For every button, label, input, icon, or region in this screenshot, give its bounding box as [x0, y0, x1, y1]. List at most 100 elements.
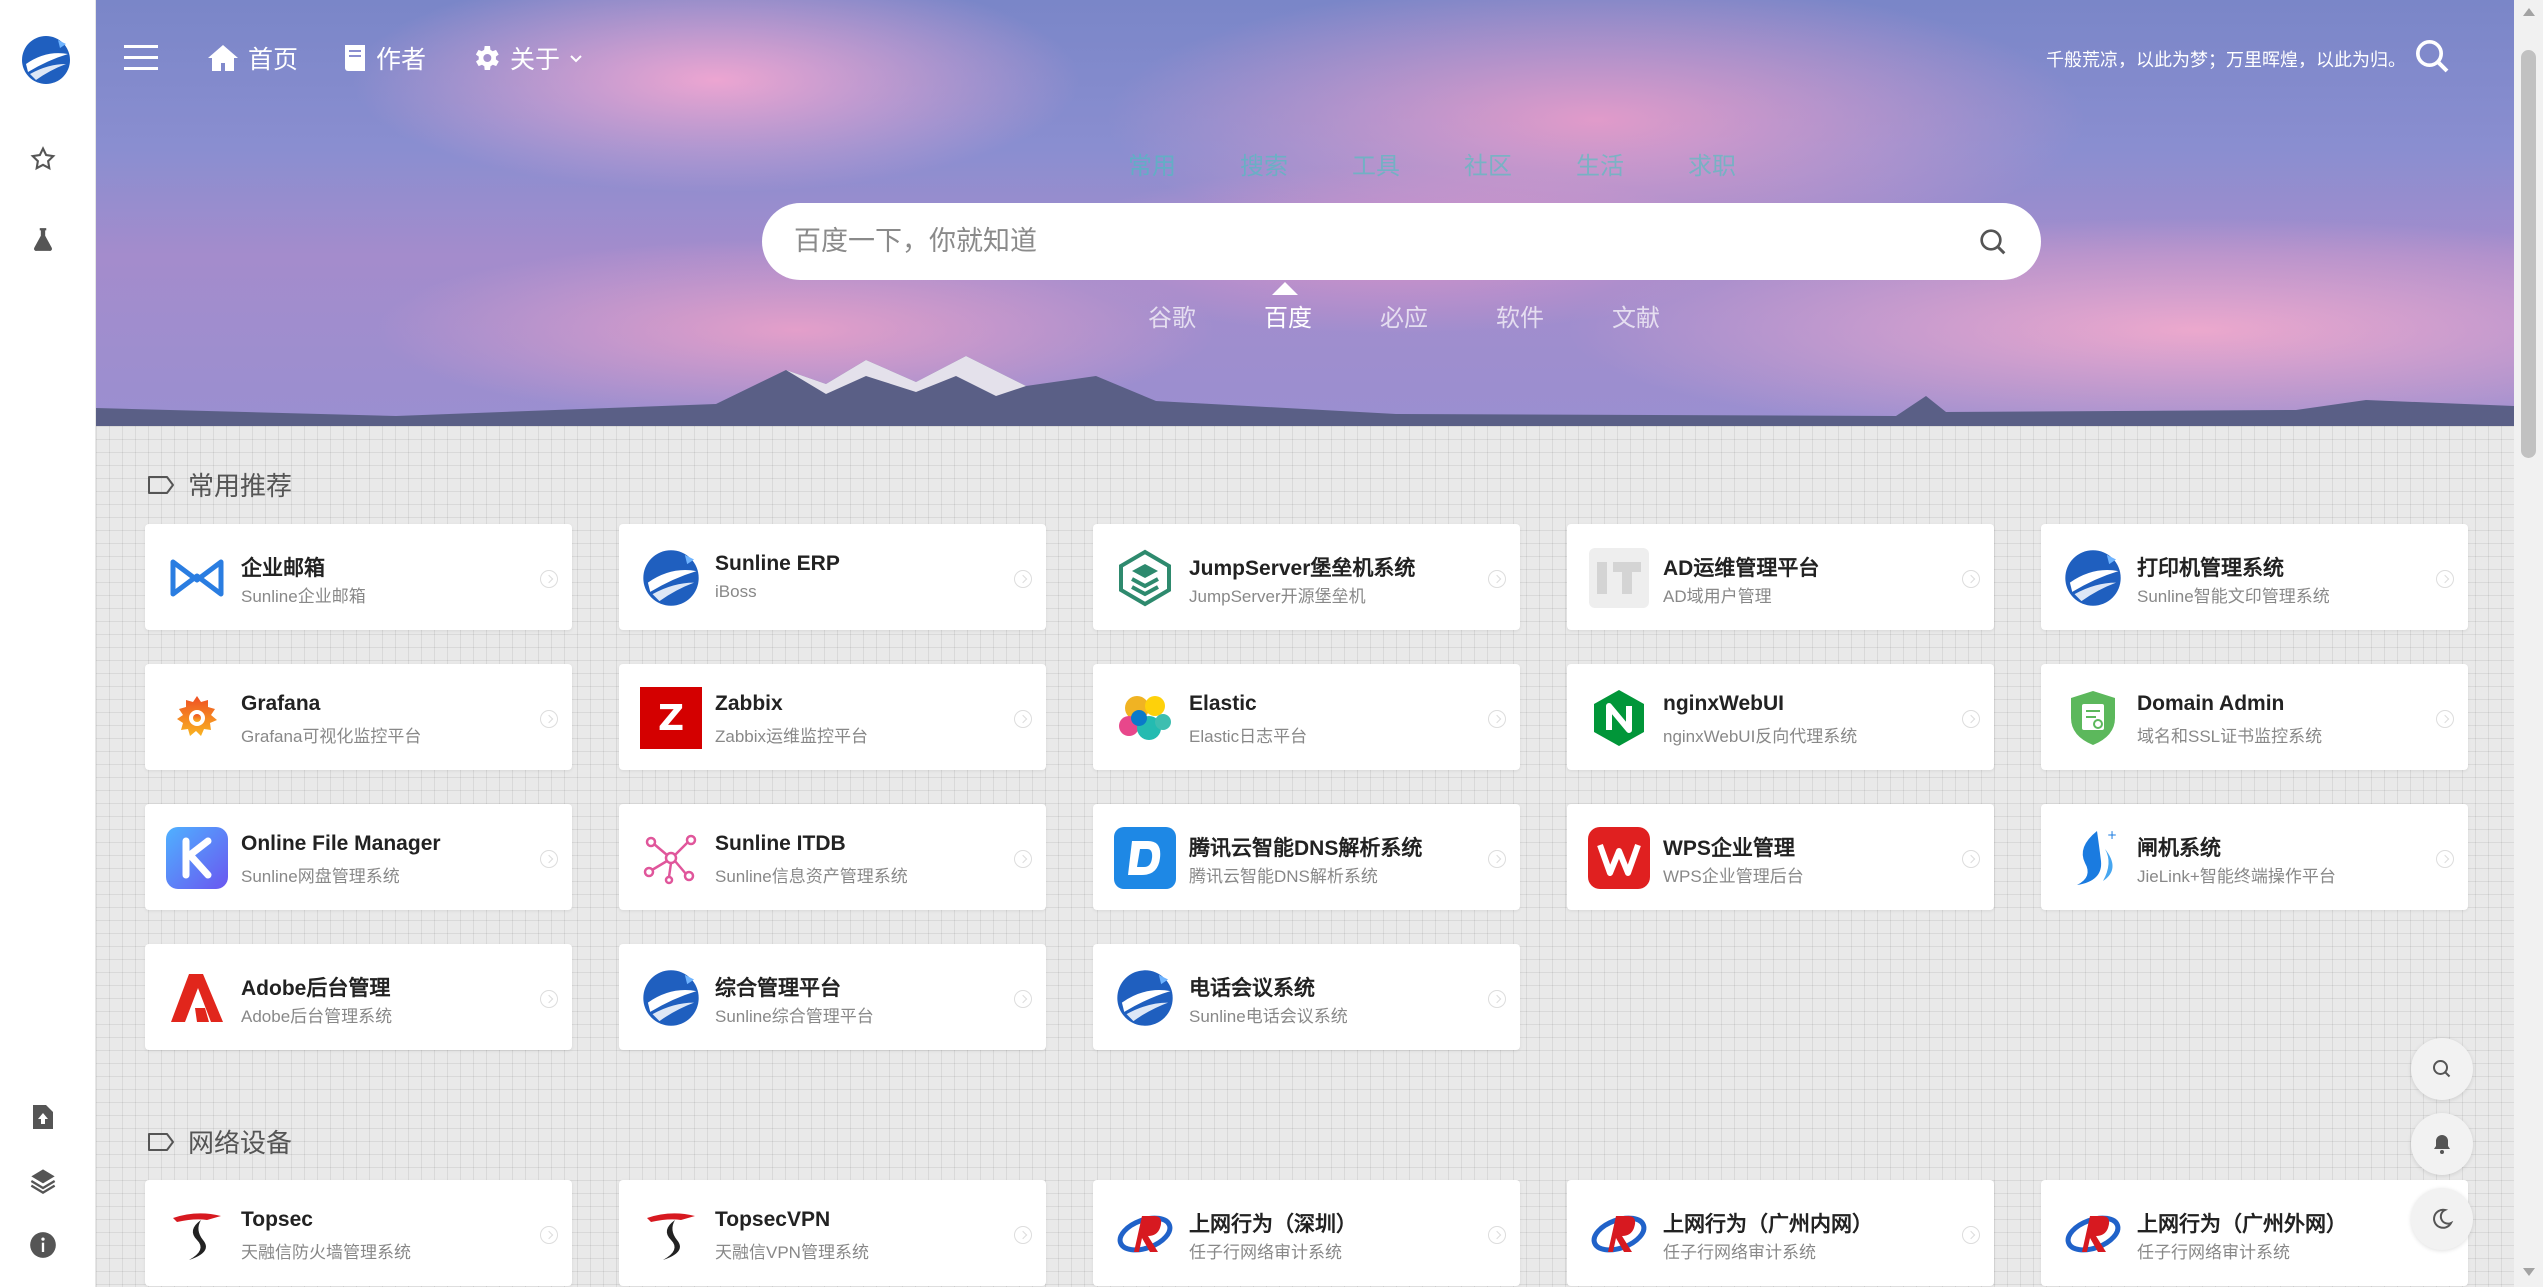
layers-icon[interactable]: [26, 1164, 60, 1198]
open-arrow-icon[interactable]: [540, 1226, 558, 1244]
surfilter-icon: [2061, 1202, 2125, 1266]
open-arrow-icon[interactable]: [1488, 1226, 1506, 1244]
float-theme-button[interactable]: [2411, 1188, 2473, 1250]
search-input[interactable]: [794, 226, 1977, 257]
card-title: Sunline ITDB: [715, 832, 846, 855]
site-card[interactable]: Online File Manager Sunline网盘管理系统: [145, 804, 572, 910]
site-card[interactable]: TopsecVPN 天融信VPN管理系统: [619, 1180, 1046, 1286]
site-card[interactable]: 打印机管理系统 Sunline智能文印管理系统: [2041, 524, 2468, 630]
engine-tab[interactable]: 必应: [1346, 298, 1462, 333]
open-arrow-icon[interactable]: [540, 570, 558, 588]
nginx-icon: [1587, 686, 1651, 750]
scrollbar-thumb[interactable]: [2521, 50, 2536, 458]
category-tab[interactable]: 社区: [1432, 146, 1544, 181]
grafana-icon: [165, 686, 229, 750]
card-description: Sunline综合管理平台: [715, 1007, 874, 1026]
surfilter-icon: [1113, 1202, 1177, 1266]
open-arrow-icon[interactable]: [2436, 850, 2454, 868]
card-title: Online File Manager: [241, 832, 441, 855]
content-area: 常用推荐 企业邮箱 Sunline企业邮箱 Sunline ERP iBoss JumpS…: [96, 426, 2514, 1287]
nav-author[interactable]: 作者: [342, 36, 426, 80]
site-card[interactable]: Sunline ERP iBoss: [619, 524, 1046, 630]
upload-file-icon[interactable]: [26, 1100, 60, 1134]
category-tab[interactable]: 生活: [1544, 146, 1656, 181]
search-category-tabs: 常用 搜索 工具 社区 生活 求职: [1096, 146, 1768, 181]
open-arrow-icon[interactable]: [540, 710, 558, 728]
site-card[interactable]: + 闸机系统 JieLink+智能终端操作平台: [2041, 804, 2468, 910]
card-description: nginxWebUI反向代理系统: [1663, 727, 1858, 746]
site-card[interactable]: 上网行为（广州内网） 任子行网络审计系统: [1567, 1180, 1994, 1286]
nav-about-dropdown[interactable]: 关于: [470, 36, 592, 80]
mountain-silhouette: [96, 356, 2514, 426]
site-card[interactable]: WPS企业管理 WPS企业管理后台: [1567, 804, 1994, 910]
open-arrow-icon[interactable]: [1488, 710, 1506, 728]
site-card[interactable]: 上网行为（深圳） 任子行网络审计系统: [1093, 1180, 1520, 1286]
site-logo-icon[interactable]: [20, 34, 72, 86]
category-tab[interactable]: 搜索: [1208, 146, 1320, 181]
site-card[interactable]: AD运维管理平台 AD域用户管理: [1567, 524, 1994, 630]
open-arrow-icon[interactable]: [1014, 710, 1032, 728]
search-bar: [762, 203, 2041, 280]
open-arrow-icon[interactable]: [1014, 1226, 1032, 1244]
card-title: 综合管理平台: [715, 977, 841, 1000]
open-arrow-icon[interactable]: [1014, 570, 1032, 588]
category-tab[interactable]: 常用: [1096, 146, 1208, 181]
site-card[interactable]: JumpServer堡垒机系统 JumpServer开源堡垒机: [1093, 524, 1520, 630]
site-card[interactable]: nginxWebUI nginxWebUI反向代理系统: [1567, 664, 1994, 770]
engine-tab[interactable]: 软件: [1462, 298, 1578, 333]
card-title: 闸机系统: [2137, 837, 2221, 860]
site-card[interactable]: Sunline ITDB Sunline信息资产管理系统: [619, 804, 1046, 910]
section-title-label: 网络设备: [188, 1128, 293, 1158]
site-card[interactable]: Domain Admin 域名和SSL证书监控系统: [2041, 664, 2468, 770]
category-tab[interactable]: 工具: [1320, 146, 1432, 181]
domain-shield-icon: [2061, 686, 2125, 750]
category-tab[interactable]: 求职: [1656, 146, 1768, 181]
site-card[interactable]: Z Zabbix Zabbix运维监控平台: [619, 664, 1046, 770]
sunline-logo-icon: [639, 546, 703, 610]
site-card[interactable]: Elastic Elastic日志平台: [1093, 664, 1520, 770]
menu-hamburger-icon[interactable]: [124, 36, 166, 80]
float-notify-button[interactable]: [2411, 1113, 2473, 1175]
card-description: 任子行网络审计系统: [2137, 1243, 2290, 1262]
open-arrow-icon[interactable]: [1014, 850, 1032, 868]
favorites-star-icon[interactable]: [26, 142, 60, 176]
page-scrollbar[interactable]: [2514, 0, 2543, 1287]
open-arrow-icon[interactable]: [1014, 990, 1032, 1008]
open-arrow-icon[interactable]: [2436, 710, 2454, 728]
card-description: Sunline网盘管理系统: [241, 867, 400, 886]
svg-text:+: +: [2107, 828, 2117, 842]
open-arrow-icon[interactable]: [1962, 1226, 1980, 1244]
nav-home-label: 首页: [248, 46, 299, 74]
site-card[interactable]: 腾讯云智能DNS解析系统 腾讯云智能DNS解析系统: [1093, 804, 1520, 910]
site-card[interactable]: 企业邮箱 Sunline企业邮箱: [145, 524, 572, 630]
site-card[interactable]: Topsec 天融信防火墙管理系统: [145, 1180, 572, 1286]
site-card[interactable]: 电话会议系统 Sunline电话会议系统: [1093, 944, 1520, 1050]
open-arrow-icon[interactable]: [1488, 570, 1506, 588]
open-arrow-icon[interactable]: [1488, 850, 1506, 868]
open-arrow-icon[interactable]: [1962, 710, 1980, 728]
site-card[interactable]: 综合管理平台 Sunline综合管理平台: [619, 944, 1046, 1050]
info-icon[interactable]: [26, 1228, 60, 1262]
site-card[interactable]: Adobe后台管理 Adobe后台管理系统: [145, 944, 572, 1050]
float-search-button[interactable]: [2411, 1038, 2473, 1100]
site-card[interactable]: 上网行为（广州外网） 任子行网络审计系统: [2041, 1180, 2468, 1286]
scroll-up-icon[interactable]: [2523, 8, 2535, 16]
engine-tab[interactable]: 文献: [1578, 298, 1694, 333]
open-arrow-icon[interactable]: [1962, 850, 1980, 868]
scroll-down-icon[interactable]: [2523, 1268, 2535, 1276]
lab-flask-icon[interactable]: [26, 222, 60, 256]
open-arrow-icon[interactable]: [540, 850, 558, 868]
card-title: AD运维管理平台: [1663, 557, 1820, 580]
engine-tab[interactable]: 百度: [1230, 298, 1346, 333]
open-arrow-icon[interactable]: [1488, 990, 1506, 1008]
open-arrow-icon[interactable]: [1962, 570, 1980, 588]
open-arrow-icon[interactable]: [540, 990, 558, 1008]
site-card[interactable]: Grafana Grafana可视化监控平台: [145, 664, 572, 770]
engine-tab[interactable]: 谷歌: [1114, 298, 1230, 333]
open-arrow-icon[interactable]: [2436, 570, 2454, 588]
top-search-icon[interactable]: [2412, 36, 2452, 76]
mail-brand-icon: [165, 546, 229, 610]
search-submit-icon[interactable]: [1977, 226, 2009, 258]
nav-home[interactable]: 首页: [206, 36, 298, 80]
card-title: Sunline ERP: [715, 552, 840, 575]
